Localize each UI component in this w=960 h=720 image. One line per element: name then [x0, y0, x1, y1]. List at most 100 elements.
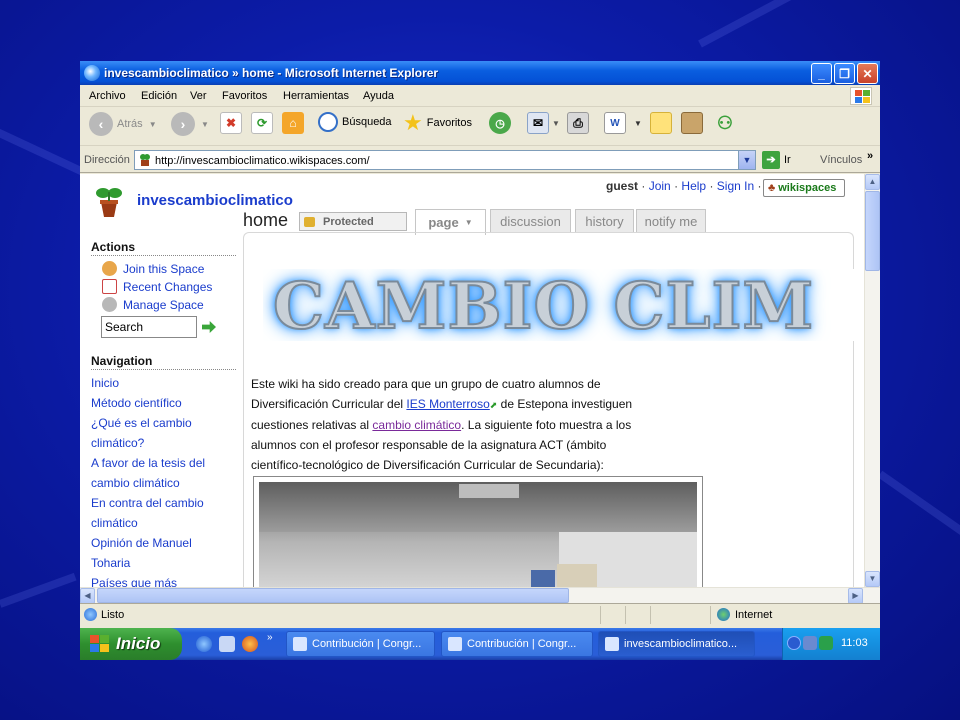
horizontal-scrollbar[interactable]: ◀ ▶: [80, 587, 880, 604]
task-label: Contribución | Congr...: [312, 638, 422, 650]
ie-quicklaunch-icon[interactable]: [196, 636, 212, 652]
scroll-down-button[interactable]: ▼: [865, 571, 880, 587]
join-space-link[interactable]: Join this Space: [102, 261, 204, 276]
taskbar-item-invescambioclimatico[interactable]: invescambioclimatico...: [598, 631, 755, 657]
nav-link-paises[interactable]: Países que más: [91, 573, 177, 587]
menu-bar: Archivo Edición Ver Favoritos Herramient…: [80, 85, 880, 107]
status-text: Listo: [101, 609, 125, 621]
class-photo: [259, 482, 697, 587]
stop-button[interactable]: ✖: [220, 112, 242, 134]
go-label: Ir: [784, 154, 791, 166]
firefox-quicklaunch-icon[interactable]: [242, 636, 258, 652]
ies-monterroso-link[interactable]: IES Monterroso: [406, 397, 489, 411]
search-input[interactable]: [101, 316, 197, 338]
outlook-quicklaunch-icon[interactable]: [219, 636, 235, 652]
sidebar: Actions Join this Space Recent Changes M…: [80, 232, 243, 587]
sign-in-link[interactable]: Sign In: [717, 179, 754, 193]
word-edit-icon: W: [604, 112, 626, 134]
site-name[interactable]: invescambioclimatico: [137, 192, 293, 209]
class-photo-frame: [253, 476, 703, 587]
close-button[interactable]: ✕: [857, 63, 878, 84]
menu-herramientas[interactable]: Herramientas: [283, 90, 349, 102]
manage-space-link[interactable]: Manage Space: [102, 297, 204, 312]
nav-link-metodo[interactable]: Método científico: [91, 393, 182, 413]
print-button[interactable]: ⎙: [567, 112, 589, 134]
nav-link-en-contra[interactable]: En contra del cambio: [91, 493, 204, 513]
nav-link-en-contra-cont[interactable]: climático: [91, 513, 138, 533]
intro-line: Diversificación Curricular del IES Monte…: [251, 394, 681, 415]
edit-button[interactable]: W ▼: [604, 112, 642, 134]
refresh-button[interactable]: ⟳: [251, 112, 273, 134]
menu-ayuda[interactable]: Ayuda: [363, 90, 394, 102]
back-button[interactable]: ‹ Atrás ▼: [89, 112, 157, 136]
menu-favoritos[interactable]: Favoritos: [222, 90, 267, 102]
start-label: Inicio: [116, 634, 161, 653]
nav-link-opinion[interactable]: Opinión de Manuel: [91, 533, 192, 553]
menu-edicion[interactable]: Edición: [141, 90, 177, 102]
star-icon: ★: [403, 110, 423, 135]
vertical-scrollbar[interactable]: ▲ ▼: [864, 174, 880, 587]
nav-link-a-favor[interactable]: A favor de la tesis del: [91, 453, 205, 473]
nav-link-a-favor-cont[interactable]: cambio climático: [91, 473, 180, 493]
minimize-button[interactable]: _: [811, 63, 832, 84]
scroll-left-button[interactable]: ◀: [80, 588, 95, 604]
intro-line: Este wiki ha sido creado para que un gru…: [251, 377, 601, 391]
nav-link-que-es[interactable]: ¿Qué es el cambio: [91, 413, 192, 433]
scroll-up-button[interactable]: ▲: [865, 174, 880, 190]
tab-discussion[interactable]: discussion: [490, 209, 571, 233]
wikispaces-plant-logo[interactable]: [94, 186, 124, 218]
messenger-button[interactable]: ⚇: [714, 112, 736, 134]
taskbar-item-contribucion-1[interactable]: Contribución | Congr...: [286, 631, 435, 657]
go-button[interactable]: ➔ Ir: [762, 151, 791, 169]
scroll-thumb[interactable]: [97, 588, 569, 603]
recent-changes-link[interactable]: Recent Changes: [102, 279, 212, 294]
restore-button[interactable]: ❐: [834, 63, 855, 84]
home-button[interactable]: ⌂: [282, 112, 304, 134]
scroll-thumb[interactable]: [865, 191, 880, 271]
start-button[interactable]: Inicio: [80, 628, 182, 660]
intro-line: alumnos con el profesor responsable de l…: [251, 438, 607, 452]
favorites-button[interactable]: ★ Favoritos: [403, 112, 472, 134]
nav-link-inicio[interactable]: Inicio: [91, 373, 119, 393]
forward-button[interactable]: › ▼: [171, 112, 209, 136]
chevron-more-icon[interactable]: »: [867, 150, 873, 162]
task-label: invescambioclimatico...: [624, 638, 738, 650]
address-dropdown-button[interactable]: ▼: [738, 151, 755, 169]
cambio-climatico-link[interactable]: cambio climático: [372, 418, 461, 432]
ie-window-icon: [293, 637, 307, 651]
help-link[interactable]: Help: [681, 179, 706, 193]
mail-button[interactable]: ✉ ▼: [527, 112, 560, 134]
nav-link-que-es-cont[interactable]: climático?: [91, 433, 144, 453]
tray-arrow-icon[interactable]: [787, 636, 801, 650]
back-arrow-icon: ‹: [89, 112, 113, 136]
scroll-right-button[interactable]: ▶: [848, 588, 863, 604]
chevron-more-icon[interactable]: »: [267, 632, 273, 643]
wikispaces-badge[interactable]: ♣ wikispaces: [763, 179, 845, 197]
go-arrow-icon: ➔: [762, 151, 780, 169]
tab-notify-label: notify me: [644, 214, 698, 229]
search-go-arrow-icon[interactable]: [202, 321, 216, 333]
menu-ver[interactable]: Ver: [190, 90, 207, 102]
separator: ·: [709, 179, 714, 193]
title-bar[interactable]: invescambioclimatico » home - Microsoft …: [80, 61, 880, 85]
research-button[interactable]: [681, 112, 703, 134]
antivirus-icon[interactable]: [819, 636, 833, 650]
gear-icon: [102, 297, 117, 312]
network-icon[interactable]: [803, 636, 817, 650]
search-label: Búsqueda: [342, 116, 392, 128]
nav-link-opinion-cont[interactable]: Toharia: [91, 553, 130, 573]
taskbar-item-contribucion-2[interactable]: Contribución | Congr...: [441, 631, 593, 657]
search-button[interactable]: Búsqueda: [318, 112, 392, 132]
join-link[interactable]: Join: [649, 179, 671, 193]
note-icon: [650, 112, 672, 134]
address-input[interactable]: http://invescambioclimatico.wikispaces.c…: [134, 150, 756, 170]
menu-archivo[interactable]: Archivo: [89, 90, 126, 102]
tab-notify-me[interactable]: notify me: [636, 209, 706, 233]
window-title: invescambioclimatico » home - Microsoft …: [104, 66, 439, 80]
recent-changes-label: Recent Changes: [123, 279, 213, 294]
discuss-button[interactable]: [650, 112, 672, 134]
tab-history[interactable]: history: [575, 209, 634, 233]
links-button[interactable]: Vínculos: [820, 154, 862, 166]
ie-window-icon: [448, 637, 462, 651]
history-button[interactable]: ◷: [489, 112, 511, 134]
